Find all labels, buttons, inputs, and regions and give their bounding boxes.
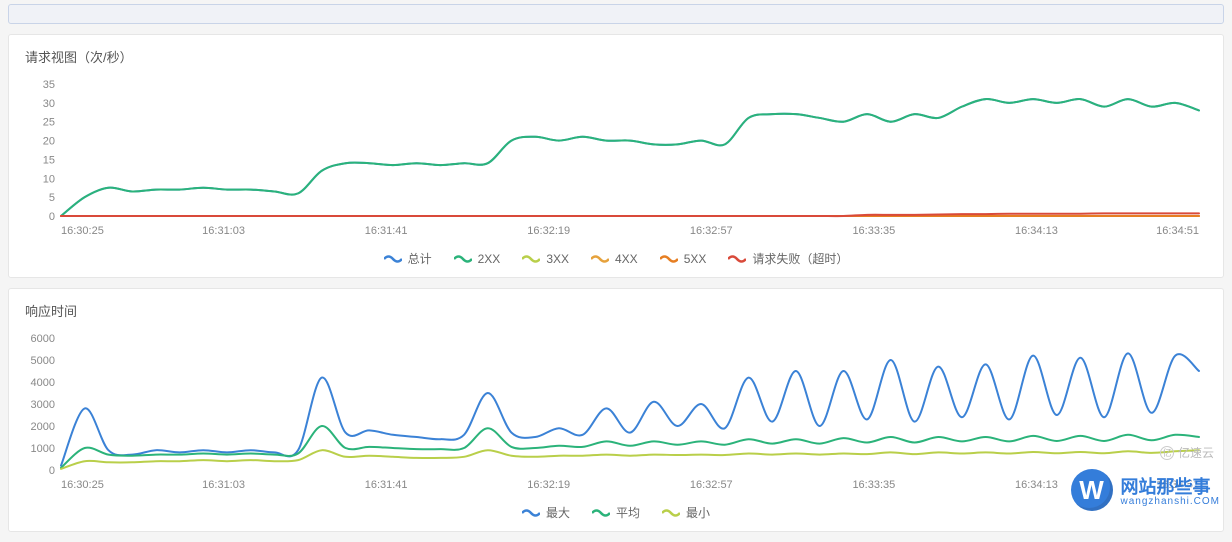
svg-text:16:31:03: 16:31:03 — [202, 479, 245, 491]
requests-panel: 请求视图（次/秒） 0 5 10 15 20 25 30 35 16:30:25 16:31:03… — [8, 34, 1224, 278]
legend-item[interactable]: 总计 — [384, 250, 432, 267]
legend-item[interactable]: 3XX — [522, 250, 569, 267]
legend-swatch — [662, 508, 680, 518]
legend-label: 最小 — [686, 504, 710, 521]
yisu-icon: 亿 — [1160, 446, 1174, 460]
legend-label: 5XX — [684, 252, 707, 266]
svg-text:16:30:25: 16:30:25 — [61, 225, 104, 237]
requests-chart: 0 5 10 15 20 25 30 35 16:30:25 16:31:03 16:31:41 16… — [19, 72, 1213, 242]
response-panel: 响应时间 0 1000 2000 3000 4000 5000 6000 16:30:25 16… — [8, 288, 1224, 532]
legend-swatch — [522, 254, 540, 264]
yisu-text: 亿速云 — [1178, 444, 1214, 461]
watermark-line2: wangzhanshi.COM — [1121, 496, 1220, 507]
requests-title: 请求视图（次/秒） — [25, 47, 1213, 66]
response-legend: 最大 平均 最小 — [19, 496, 1213, 523]
watermark-line1: 网站那些事 — [1121, 477, 1211, 497]
legend-label: 平均 — [616, 504, 640, 521]
svg-text:16:32:19: 16:32:19 — [527, 225, 570, 237]
response-chart: 0 1000 2000 3000 4000 5000 6000 16:30:25 16:31:0… — [19, 326, 1213, 496]
svg-text:10: 10 — [43, 173, 55, 185]
legend-label: 最大 — [546, 504, 570, 521]
svg-text:1000: 1000 — [31, 443, 55, 455]
svg-text:35: 35 — [43, 79, 55, 91]
legend-item[interactable]: 5XX — [660, 250, 707, 267]
legend-item[interactable]: 4XX — [591, 250, 638, 267]
svg-text:2000: 2000 — [31, 421, 55, 433]
svg-text:30: 30 — [43, 98, 55, 110]
svg-text:16:32:57: 16:32:57 — [690, 479, 733, 491]
svg-text:16:32:57: 16:32:57 — [690, 225, 733, 237]
svg-text:16:32:19: 16:32:19 — [527, 479, 570, 491]
legend-label: 请求失败（超时） — [752, 250, 848, 267]
svg-text:3000: 3000 — [31, 399, 55, 411]
legend-swatch — [522, 508, 540, 518]
svg-text:15: 15 — [43, 154, 55, 166]
requests-legend: 总计 2XX 3XX 4XX 5XX 请求失败（超时） — [19, 242, 1213, 269]
svg-text:4000: 4000 — [31, 377, 55, 389]
site-watermark: W 网站那些事 wangzhanshi.COM — [1071, 469, 1220, 511]
svg-text:0: 0 — [49, 465, 55, 477]
legend-swatch — [660, 254, 678, 264]
legend-item[interactable]: 平均 — [592, 504, 640, 521]
svg-text:5000: 5000 — [31, 355, 55, 367]
legend-item[interactable]: 最小 — [662, 504, 710, 521]
svg-text:16:31:41: 16:31:41 — [365, 225, 408, 237]
legend-item[interactable]: 最大 — [522, 504, 570, 521]
legend-swatch — [454, 254, 472, 264]
svg-text:0: 0 — [49, 211, 55, 223]
watermark-badge: W — [1071, 469, 1113, 511]
svg-text:16:34:13: 16:34:13 — [1015, 225, 1058, 237]
svg-text:5: 5 — [49, 192, 55, 204]
series-总计 — [61, 99, 1199, 216]
legend-label: 3XX — [546, 252, 569, 266]
legend-swatch — [384, 254, 402, 264]
collapsed-panel-bar[interactable] — [8, 4, 1224, 24]
svg-text:16:31:41: 16:31:41 — [365, 479, 408, 491]
legend-swatch — [591, 254, 609, 264]
svg-text:16:31:03: 16:31:03 — [202, 225, 245, 237]
legend-item[interactable]: 2XX — [454, 250, 501, 267]
yisu-watermark: 亿 亿速云 — [1160, 444, 1214, 461]
legend-label: 4XX — [615, 252, 638, 266]
response-title: 响应时间 — [25, 301, 1213, 320]
legend-swatch — [728, 254, 746, 264]
svg-text:16:33:35: 16:33:35 — [852, 225, 895, 237]
svg-text:20: 20 — [43, 136, 55, 148]
svg-text:16:34:13: 16:34:13 — [1015, 479, 1058, 491]
legend-item[interactable]: 请求失败（超时） — [728, 250, 848, 267]
svg-text:16:33:35: 16:33:35 — [852, 479, 895, 491]
series-最大 — [61, 353, 1199, 465]
series-2XX — [61, 99, 1199, 216]
svg-text:25: 25 — [43, 117, 55, 129]
legend-label: 2XX — [478, 252, 501, 266]
svg-text:16:34:51: 16:34:51 — [1156, 225, 1199, 237]
legend-swatch — [592, 508, 610, 518]
legend-label: 总计 — [408, 250, 432, 267]
svg-text:6000: 6000 — [31, 333, 55, 345]
svg-text:16:30:25: 16:30:25 — [61, 479, 104, 491]
